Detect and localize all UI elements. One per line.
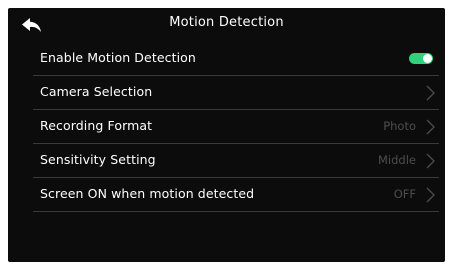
chevron-right-icon <box>426 153 435 169</box>
setting-value: OFF <box>393 187 416 201</box>
chevron-right-icon <box>426 119 435 135</box>
setting-label: Camera Selection <box>40 84 153 99</box>
chevron-right-icon <box>426 85 435 101</box>
setting-value: Middle <box>378 153 416 167</box>
setting-row-enable-motion-detection[interactable]: Enable Motion Detection <box>33 42 439 76</box>
setting-label: Screen ON when motion detected <box>40 186 255 201</box>
header-bar: Motion Detection <box>8 8 445 42</box>
setting-label: Recording Format <box>40 118 153 133</box>
setting-row-camera-selection[interactable]: Camera Selection <box>33 76 439 110</box>
chevron-right-icon <box>426 187 435 203</box>
settings-list: Enable Motion Detection Camera Selection… <box>33 42 439 212</box>
motion-detection-toggle[interactable] <box>409 53 433 64</box>
setting-label: Enable Motion Detection <box>40 50 196 65</box>
page-title: Motion Detection <box>169 15 284 30</box>
setting-value: Photo <box>383 119 416 133</box>
device-screen: Motion Detection Enable Motion Detection… <box>8 8 445 262</box>
setting-row-recording-format[interactable]: Recording Format Photo <box>33 110 439 144</box>
setting-row-sensitivity[interactable]: Sensitivity Setting Middle <box>33 144 439 178</box>
setting-row-screen-on-motion[interactable]: Screen ON when motion detected OFF <box>33 178 439 212</box>
setting-label: Sensitivity Setting <box>40 152 156 167</box>
toggle-knob <box>423 54 432 63</box>
